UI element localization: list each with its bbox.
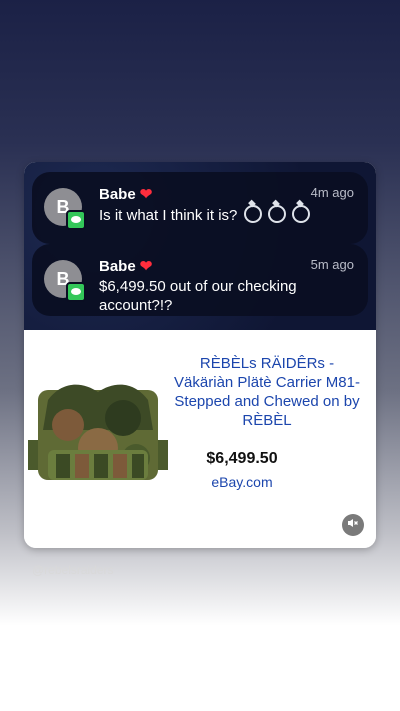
messages-icon	[66, 210, 86, 230]
notification-1[interactable]: B Babe ❤ 4m ago Is it what I think it is?	[32, 172, 368, 244]
sender-name: Babe ❤	[99, 185, 152, 203]
story-card: B Babe ❤ 4m ago Is it what I think it is?…	[24, 162, 376, 548]
sender-label: Babe	[99, 186, 136, 203]
sender-label: Babe	[99, 258, 136, 275]
product-listing[interactable]: RÈBÈLs RÄIDÊRs - Väkäriàn Plätè Carrier …	[24, 330, 376, 548]
product-title[interactable]: RÈBÈLs RÄIDÊRs - Väkäriàn Plätè Carrier …	[172, 354, 362, 430]
heart-icon: ❤	[139, 186, 153, 203]
messages-icon	[66, 282, 86, 302]
message-text: Is it what I think it is?	[99, 205, 349, 225]
timestamp: 5m ago	[310, 257, 354, 272]
ring-icon	[243, 205, 262, 223]
mute-icon[interactable]	[342, 514, 364, 536]
message-text: $6,499.50 out of our checking account?!?	[99, 278, 297, 314]
ring-icon	[267, 205, 286, 223]
product-image	[28, 384, 168, 480]
heart-icon: ❤	[139, 258, 153, 275]
account-handle[interactable]: @rebelsraiders	[32, 563, 114, 577]
timestamp: 4m ago	[310, 185, 354, 200]
message-label: Is it what I think it is?	[99, 207, 238, 224]
sender-name: Babe ❤	[99, 257, 152, 275]
product-price: $6,499.50	[206, 450, 278, 467]
notification-2[interactable]: B Babe ❤ 5m ago $6,499.50 out of our chec…	[32, 244, 368, 316]
ring-icon	[291, 205, 310, 223]
store-link[interactable]: eBay.com	[172, 474, 312, 490]
notification-panel: B Babe ❤ 4m ago Is it what I think it is?…	[24, 162, 376, 330]
